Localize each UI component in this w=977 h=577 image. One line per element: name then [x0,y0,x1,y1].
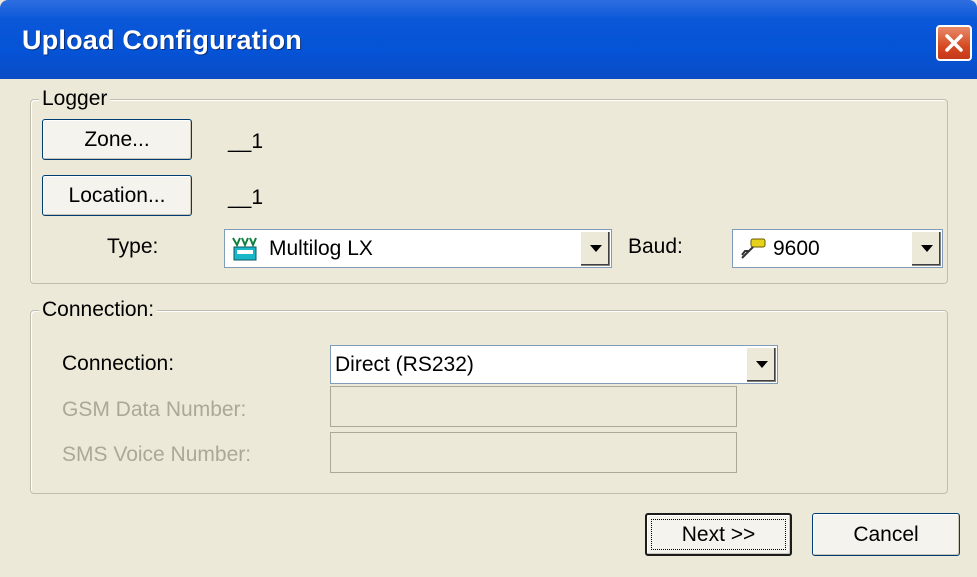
connection-label: Connection: [62,352,175,375]
sms-voice-number-field[interactable] [330,432,737,473]
close-button[interactable] [936,25,972,61]
baud-value: 9600 [773,236,820,260]
close-icon [945,34,963,52]
zone-value: __1 [228,130,264,153]
type-dropdown-button[interactable] [580,231,610,266]
cancel-button-label: Cancel [853,522,919,546]
location-button[interactable]: Location... [42,175,192,216]
type-select[interactable]: Multilog LX [224,229,612,268]
type-value: Multilog LX [269,236,373,260]
baud-select[interactable]: 9600 [732,229,943,268]
location-value: __1 [228,186,264,209]
chevron-down-icon [921,245,933,252]
cancel-button[interactable]: Cancel [812,513,960,556]
next-button[interactable]: Next >> [645,513,792,556]
window-title: Upload Configuration [22,25,302,55]
connection-legend: Connection: [39,298,158,322]
type-label: Type: [107,235,159,258]
upload-configuration-dialog: Upload Configuration Logger Zone... __1 … [0,0,977,577]
serial-cable-icon [741,238,766,259]
connection-select[interactable]: Direct (RS232) [330,345,778,384]
location-button-label: Location... [68,183,166,207]
connection-value: Direct (RS232) [335,352,474,376]
chevron-down-icon [756,361,768,368]
baud-dropdown-button[interactable] [911,231,941,266]
next-button-label: Next >> [681,522,756,546]
baud-label: Baud: [628,235,683,258]
zone-button-label: Zone... [84,127,150,151]
chevron-down-icon [590,245,602,252]
sms-voice-number-label: SMS Voice Number: [62,443,252,466]
zone-button[interactable]: Zone... [42,119,192,160]
title-bar[interactable]: Upload Configuration [0,0,977,79]
logger-legend: Logger [39,87,111,111]
connection-dropdown-button[interactable] [746,347,776,382]
gsm-data-number-label: GSM Data Number: [62,398,247,421]
multilog-device-icon [232,237,257,260]
gsm-data-number-field[interactable] [330,386,737,427]
